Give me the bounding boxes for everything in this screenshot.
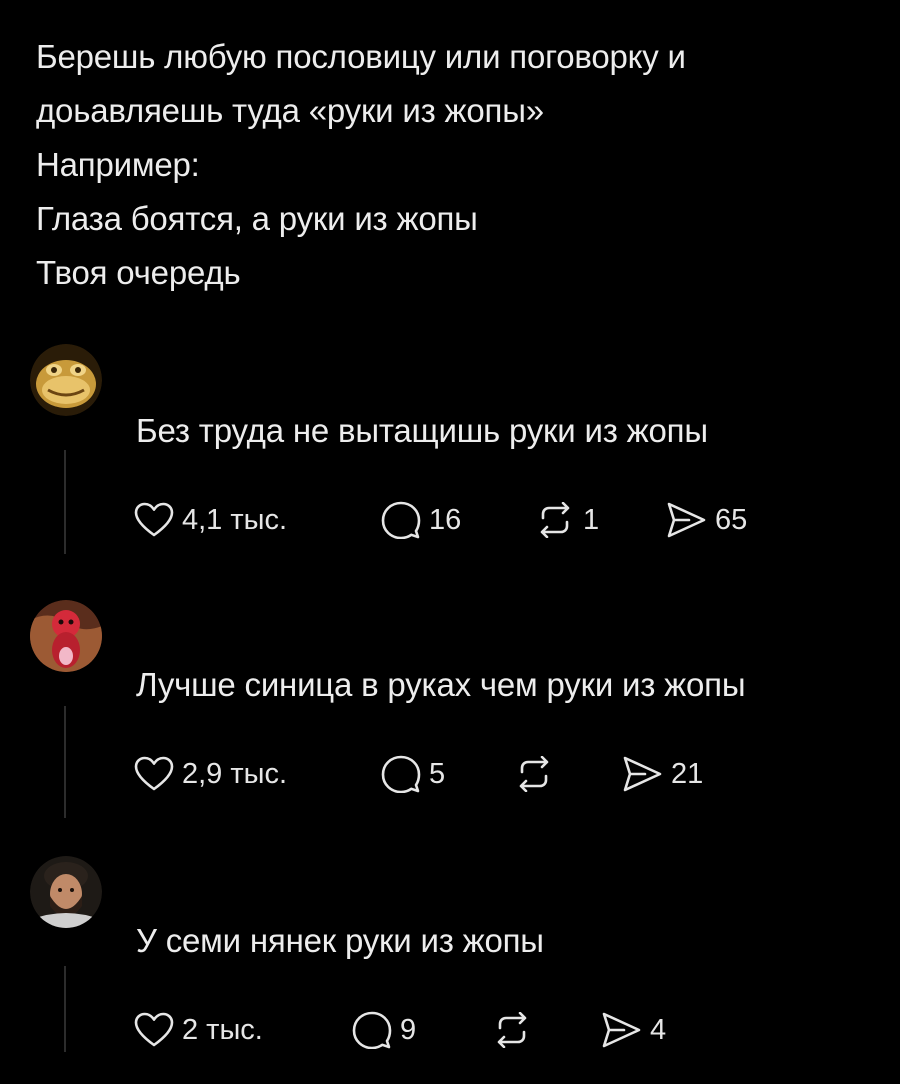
share-count: 4	[650, 1013, 667, 1046]
thread-page: Берешь любую пословицу или поговорку и д…	[0, 0, 900, 1084]
repost-button[interactable]	[514, 756, 621, 792]
share-send-icon	[667, 502, 706, 538]
like-button[interactable]: 4,1 тыс.	[134, 502, 381, 538]
repost-arrows-icon	[540, 502, 570, 538]
repost-button[interactable]: 1	[535, 502, 665, 538]
comment-button[interactable]: 9	[352, 1011, 492, 1049]
repost-count: 1	[583, 503, 600, 536]
like-button[interactable]: 2 тыс.	[134, 1012, 352, 1048]
thread-line	[64, 706, 66, 818]
frog-avatar-icon[interactable]	[30, 344, 102, 416]
comment-count: 16	[429, 503, 462, 536]
like-count: 2 тыс.	[182, 1013, 263, 1046]
comment-bubble-icon	[381, 501, 421, 539]
post-line: Берешь любую пословицу или поговорку и	[36, 38, 686, 75]
comment-bubble-icon	[352, 1011, 392, 1049]
reply-actions: 2 тыс. 9 4	[134, 1008, 666, 1052]
share-button[interactable]: 4	[600, 1011, 666, 1049]
share-button[interactable]: 65	[665, 501, 747, 539]
like-count: 2,9 тыс.	[182, 757, 288, 790]
post-line: Например:	[36, 146, 200, 183]
reply-actions: 2,9 тыс. 5 21	[134, 752, 703, 796]
share-count: 65	[715, 503, 748, 536]
reply-text: Без труда не вытащишь руки из жопы	[136, 412, 708, 449]
repost-arrows-icon	[519, 756, 549, 792]
repost-arrows-icon	[497, 1012, 527, 1048]
heart-icon	[134, 502, 174, 537]
comment-button[interactable]: 16	[381, 501, 535, 539]
figure-avatar-icon[interactable]	[30, 600, 102, 672]
comment-bubble-icon	[381, 755, 421, 793]
reply-actions: 4,1 тыс. 16 1 65	[134, 498, 747, 542]
man-avatar-icon[interactable]	[30, 856, 102, 928]
heart-icon	[134, 1012, 174, 1047]
share-count: 21	[671, 757, 704, 790]
heart-icon	[134, 756, 174, 791]
repost-button[interactable]	[492, 1012, 600, 1048]
reply-text: У семи нянек руки из жопы	[136, 922, 544, 959]
reply-text: Лучше синица в руках чем руки из жопы	[136, 666, 746, 703]
thread-line	[64, 966, 66, 1052]
comment-count: 5	[429, 757, 446, 790]
like-button[interactable]: 2,9 тыс.	[134, 756, 381, 792]
share-send-icon	[602, 1012, 641, 1048]
share-send-icon	[623, 756, 662, 792]
post-body: Берешь любую пословицу или поговорку и д…	[36, 30, 686, 300]
comment-count: 9	[400, 1013, 417, 1046]
post-line: доьавляешь туда «руки из жопы»	[36, 92, 544, 129]
post-line: Твоя очередь	[36, 254, 241, 291]
comment-button[interactable]: 5	[381, 755, 514, 793]
like-count: 4,1 тыс.	[182, 503, 288, 536]
share-button[interactable]: 21	[621, 755, 703, 793]
thread-line	[64, 450, 66, 554]
post-line: Глаза боятся, а руки из жопы	[36, 200, 478, 237]
